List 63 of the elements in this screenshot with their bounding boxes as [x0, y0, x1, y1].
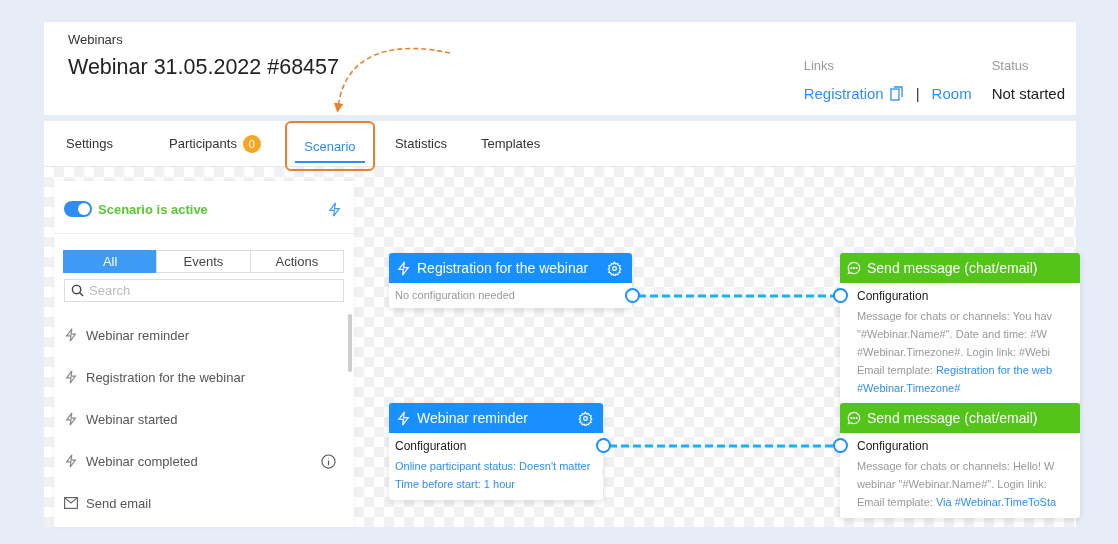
- toggle-switch[interactable]: [64, 201, 92, 217]
- sidebar-item[interactable]: Send email: [54, 482, 354, 524]
- node-title: Registration for the webinar: [417, 260, 590, 276]
- sidebar-item[interactable]: Webinar reminder: [54, 314, 354, 356]
- copy-icon[interactable]: [889, 86, 904, 101]
- lightning-icon: [396, 410, 411, 426]
- settings-icon[interactable]: [607, 260, 622, 276]
- chat-icon: [847, 261, 861, 275]
- separator: |: [915, 85, 920, 102]
- tab[interactable]: Settings: [52, 121, 127, 166]
- chat-icon: [847, 411, 861, 425]
- count-badge: 0: [242, 134, 261, 153]
- links-label: Links: [803, 58, 835, 73]
- tab[interactable]: Statistics: [380, 121, 461, 166]
- status-value: Not started: [991, 85, 1065, 102]
- config-link[interactable]: Time before start: 1 hour: [395, 475, 597, 493]
- item-label: Webinar reminder: [86, 327, 191, 343]
- breadcrumb[interactable]: Webinars: [68, 32, 339, 47]
- node-card[interactable]: Webinar reminder Configuration Online participant status: Doesn't matter Time before start: 1 hour: [389, 403, 603, 500]
- lightning-icon: [327, 201, 342, 217]
- tab[interactable]: Templates: [466, 121, 555, 166]
- info-icon[interactable]: [321, 453, 336, 469]
- config-title: Configuration: [857, 439, 930, 453]
- config-line: Message for chats or channels: Hello! W: [857, 459, 1056, 474]
- item-label: Webinar started: [86, 411, 179, 427]
- filter-tab[interactable]: Actions: [249, 250, 344, 273]
- node-note: No configuration needed: [395, 289, 516, 301]
- item-label: Webinar completed: [86, 453, 199, 469]
- config-title: Configuration: [395, 439, 468, 453]
- node-title: Send message (chat/email): [867, 410, 1039, 426]
- scrollbar[interactable]: [348, 314, 352, 372]
- config-line: #Webinar.Timezone#. Login link: #Webi: [857, 345, 1051, 360]
- item-label: Registration for the webinar: [86, 369, 246, 385]
- settings-icon[interactable]: [578, 410, 593, 426]
- config-line: "#Webinar.Name#". Date and time: #W: [857, 327, 1048, 342]
- lightning-icon: [396, 260, 411, 276]
- config-title: Configuration: [857, 289, 930, 303]
- status-label: Status: [991, 58, 1030, 73]
- lightning-icon: [64, 370, 78, 384]
- lightning-icon: [64, 412, 78, 426]
- sidebar-item[interactable]: Webinar started: [54, 398, 354, 440]
- node-title: Send message (chat/email): [867, 260, 1039, 276]
- toggle-label: Scenario is active: [98, 201, 208, 217]
- config-link[interactable]: Online participant status: Doesn't matter: [395, 457, 597, 475]
- search-icon: [71, 284, 84, 297]
- config-line: Email template: Via #Webinar.TimeToSta: [857, 493, 1074, 511]
- node-card[interactable]: Send message (chat/email) Configuration Message for chats or channels: Hello! W webinar "#Webinar.Name#". Login link: Email template: Via #Webinar.TimeToSta: [840, 403, 1080, 518]
- tab[interactable]: Participants 0: [155, 121, 275, 166]
- sidebar-item[interactable]: Registration for the webinar: [54, 356, 354, 398]
- template-link[interactable]: Registration for the web: [935, 361, 1053, 379]
- filter-tab[interactable]: Events: [156, 250, 251, 273]
- config-line: webinar "#Webinar.Name#". Login link:: [857, 477, 1048, 492]
- lightning-icon: [64, 328, 78, 342]
- item-label: Send email: [86, 495, 153, 511]
- envelope-icon: [64, 497, 78, 509]
- config-line: Email template: Registration for the web: [857, 361, 1074, 379]
- node-title: Webinar reminder: [417, 410, 529, 426]
- sidebar-item[interactable]: Webinar completed: [54, 440, 354, 482]
- node-card[interactable]: [840, 253, 1080, 404]
- search-field[interactable]: Search: [64, 279, 344, 302]
- page-title: Webinar 31.05.2022 #68457: [68, 55, 339, 80]
- config-line: Message for chats or channels: You hav: [857, 309, 1054, 324]
- lightning-icon: [64, 454, 78, 468]
